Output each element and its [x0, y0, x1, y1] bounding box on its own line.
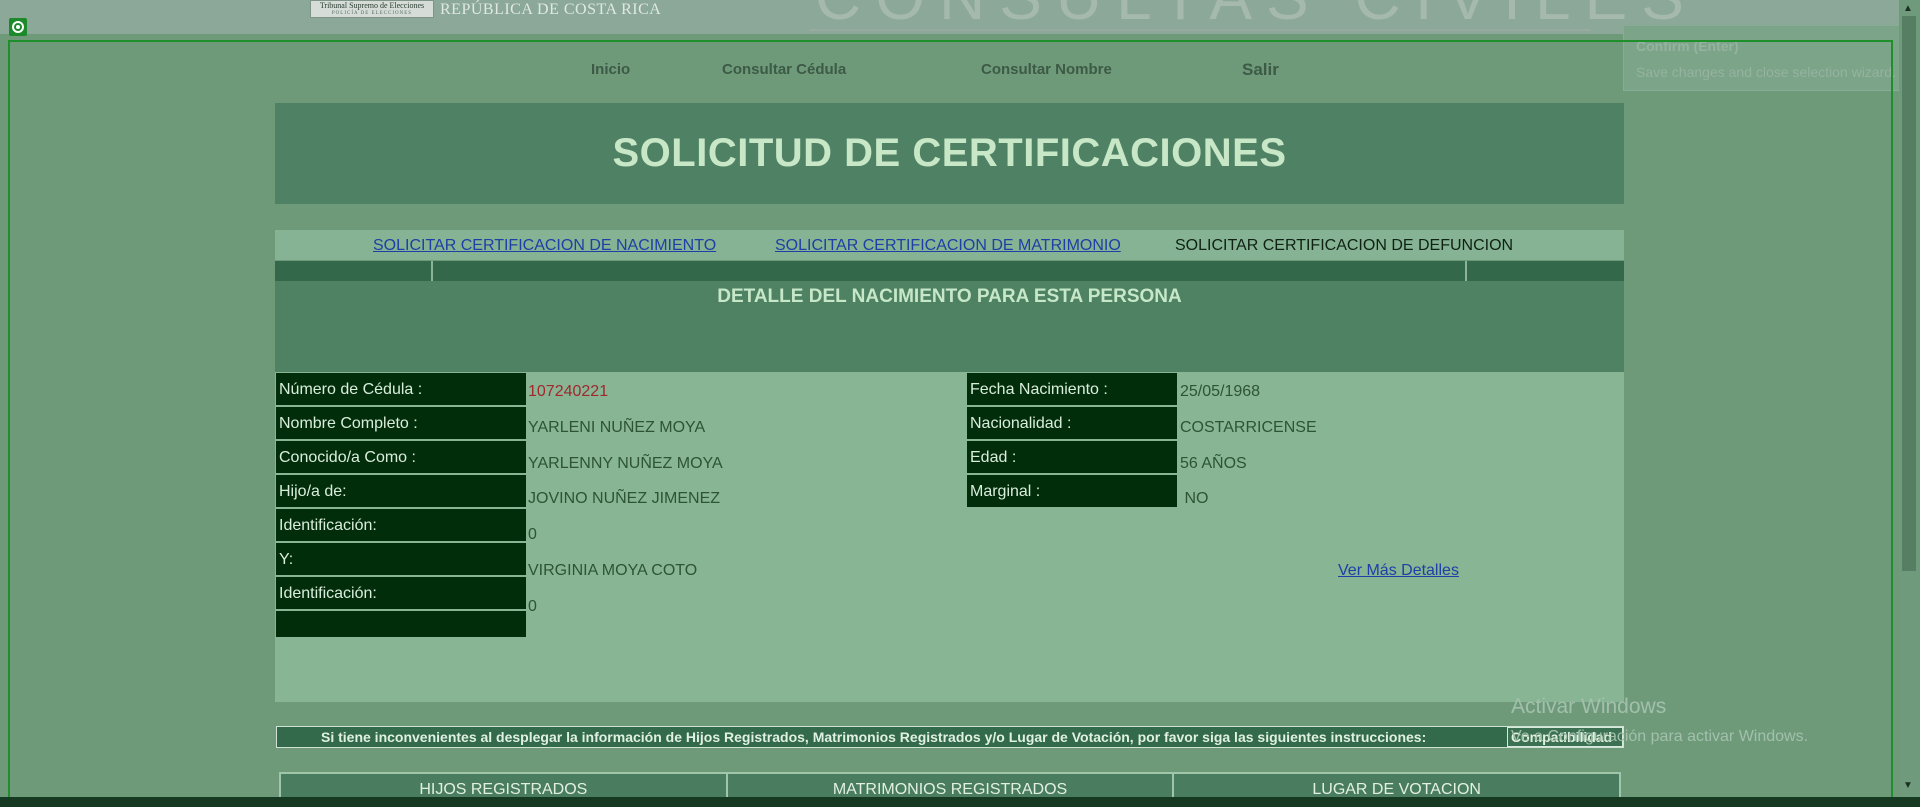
nav-inicio[interactable]: Inicio [591, 61, 630, 78]
label-identificacion-madre: Identificación: [276, 577, 526, 611]
label-cedula: Número de Cédula : [276, 373, 526, 407]
target-icon[interactable] [9, 18, 27, 36]
label-y: Y: [276, 543, 526, 577]
value-edad: 56 AÑOS [1180, 455, 1247, 472]
label-nacionalidad: Nacionalidad : [967, 407, 1177, 441]
value-identificacion-madre: 0 [528, 598, 537, 615]
label-hijo-de: Hijo/a de: [276, 475, 526, 509]
value-nacionalidad: COSTARRICENSE [1180, 419, 1317, 436]
cert-defuncion-text: SOLICITAR CERTIFICACION DE DEFUNCION [1175, 237, 1514, 254]
value-y: VIRGINIA MOYA COTO [528, 562, 698, 579]
value-hijo-de: JOVINO NUÑEZ JIMENEZ [528, 490, 721, 507]
windows-activation-desc: Ve a Configuración para activar Windows. [1511, 728, 1809, 745]
link-cert-matrimonio[interactable]: SOLICITAR CERTIFICACION DE MATRIMONIO [775, 237, 1121, 255]
nav-salir[interactable]: Salir [1242, 60, 1279, 80]
left-label-column: Número de Cédula : Nombre Completo : Con… [276, 373, 526, 639]
value-nombre: YARLENI NUÑEZ MOYA [528, 419, 706, 436]
header-rule [810, 29, 1590, 31]
tse-logo: Tribunal Supremo de Elecciones POLICÍA D… [310, 0, 434, 18]
label-nombre: Nombre Completo : [276, 407, 526, 441]
confirm-popup[interactable] [1623, 25, 1913, 91]
right-label-column: Fecha Nacimiento : Nacionalidad : Edad :… [967, 373, 1177, 509]
detail-title: DETALLE DEL NACIMIENTO PARA ESTA PERSONA [717, 286, 1182, 307]
value-identificacion-padre: 0 [528, 526, 537, 543]
country-name: REPÚBLICA DE COSTA RICA [440, 1, 662, 18]
link-cert-nacimiento[interactable]: SOLICITAR CERTIFICACION DE NACIMIENTO [373, 237, 716, 255]
value-cedula: 107240221 [528, 383, 609, 400]
separator-row [275, 261, 1624, 281]
value-fecha-nacimiento: 25/05/1968 [1180, 383, 1261, 400]
compatibility-notice: Si tiene inconvenientes al desplegar la … [276, 726, 1624, 748]
label-fecha-nacimiento: Fecha Nacimiento : [967, 373, 1177, 407]
label-marginal: Marginal : [967, 475, 1177, 509]
label-empty [276, 611, 526, 639]
title-banner: SOLICITUD DE CERTIFICACIONES [275, 103, 1624, 204]
label-conocido: Conocido/a Como : [276, 441, 526, 475]
scroll-down-icon[interactable]: ▼ [1903, 780, 1913, 791]
confirm-description: Save changes and close selection wizard. [1636, 64, 1896, 80]
value-marginal: NO [1180, 490, 1209, 507]
scroll-up-icon[interactable]: ▲ [1903, 3, 1913, 14]
scrollbar-thumb[interactable] [1902, 16, 1916, 571]
label-identificacion-padre: Identificación: [276, 509, 526, 543]
bottom-bar [0, 797, 1920, 807]
confirm-button[interactable]: Confirm (Enter) [1636, 38, 1739, 54]
page-title: SOLICITUD DE CERTIFICACIONES [612, 131, 1287, 175]
ver-mas-detalles-link[interactable]: Ver Más Detalles [1338, 562, 1459, 580]
logo-subtext: POLICÍA DE ELECCIONES [331, 11, 413, 16]
nav-consultar-cedula[interactable]: Consultar Cédula [722, 61, 846, 78]
windows-activation-title: Activar Windows [1511, 695, 1667, 718]
logo-text: Tribunal Supremo de Elecciones [319, 1, 425, 10]
nav-consultar-nombre[interactable]: Consultar Nombre [981, 61, 1112, 78]
label-edad: Edad : [967, 441, 1177, 475]
value-conocido: YARLENNY NUÑEZ MOYA [528, 455, 723, 472]
